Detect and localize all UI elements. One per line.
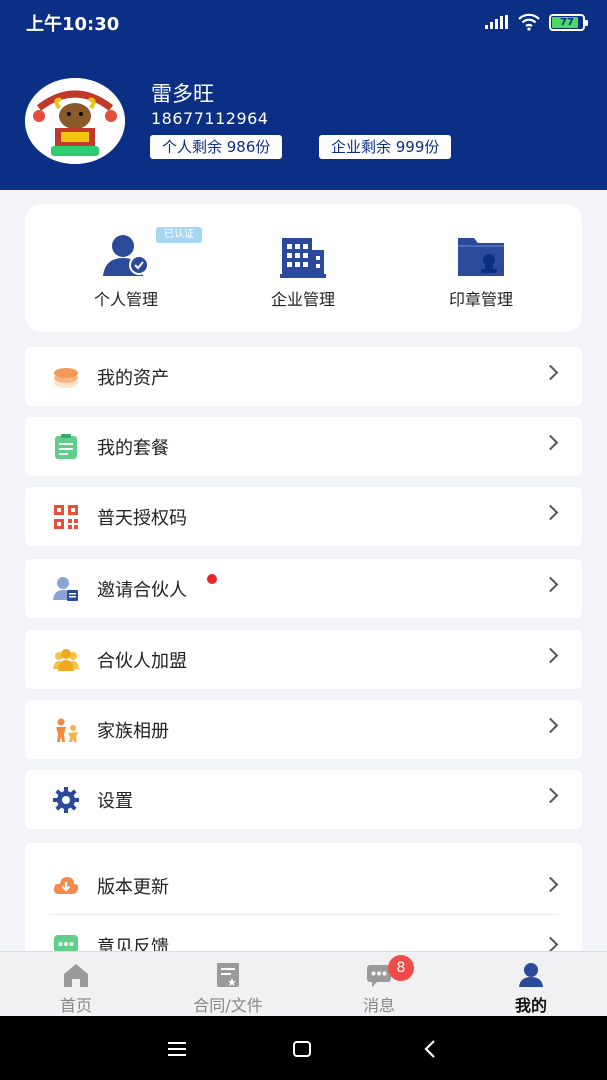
tab-mine[interactable]: 我的 xyxy=(476,952,586,1017)
user-phone: 18677112964 xyxy=(151,109,269,128)
coins-icon xyxy=(54,368,78,388)
user-name: 雷多旺 xyxy=(151,82,214,106)
menu-item-auth-code[interactable]: 普天授权码 xyxy=(25,487,582,546)
tab-home[interactable]: 首页 xyxy=(21,952,131,1017)
enterprise-quota-badge: 企业剩余 999份 xyxy=(319,135,452,159)
management-card: 个人管理 企业管理 印章管理 xyxy=(25,204,582,332)
partners-group-icon xyxy=(53,649,79,671)
menu-label: 家族相册 xyxy=(97,721,169,742)
menu-label: 设置 xyxy=(97,791,133,812)
seal-management-label: 印章管理 xyxy=(448,290,513,309)
building-icon xyxy=(280,238,326,278)
menu-label: 普天授权码 xyxy=(97,508,187,529)
menu-item-family-album[interactable]: 家族相册 xyxy=(25,700,582,759)
cloud-download-icon xyxy=(53,877,79,894)
system-navigation-bar xyxy=(0,1016,607,1080)
signal-icon xyxy=(485,15,508,29)
person-verified-icon xyxy=(103,235,149,276)
battery-icon: 77 xyxy=(549,13,588,31)
family-icon xyxy=(56,718,78,742)
wifi-icon xyxy=(518,13,540,31)
personal-management-button[interactable]: 个人管理 xyxy=(66,234,186,310)
clipboard-icon xyxy=(55,434,77,459)
menu-item-invite-partner[interactable]: 邀请合伙人 xyxy=(25,559,582,618)
menu-label: 版本更新 xyxy=(97,877,169,898)
chevron-right-icon xyxy=(542,717,559,734)
contract-icon xyxy=(217,963,239,987)
profile-header: 上午10:30 77 雷多旺 18677112964 个人剩余 986份 企业剩… xyxy=(0,0,607,190)
chevron-right-icon xyxy=(542,876,559,893)
battery-level: 77 xyxy=(560,16,574,28)
menu-item-settings[interactable]: 设置 xyxy=(25,770,582,829)
avatar-ox-image-icon xyxy=(25,78,125,164)
user-icon xyxy=(519,963,543,987)
status-bar: 上午10:30 77 xyxy=(0,0,607,44)
avatar[interactable] xyxy=(25,78,125,164)
bottom-tab-bar: 首页 合同/文件 8 消息 我的 xyxy=(0,951,607,1016)
seal-folder-icon xyxy=(458,238,504,276)
status-time: 上午10:30 xyxy=(26,14,120,35)
menu-icon[interactable] xyxy=(162,1034,192,1064)
personal-quota-badge: 个人剩余 986份 xyxy=(150,135,283,159)
menu-label: 邀请合伙人 xyxy=(97,580,187,601)
menu-item-partner-join[interactable]: 合伙人加盟 xyxy=(25,630,582,689)
menu-item-version-update[interactable]: 版本更新 xyxy=(25,851,582,921)
menu-label: 我的资产 xyxy=(97,368,169,389)
tab-label: 我的 xyxy=(514,996,547,1015)
gear-icon xyxy=(53,787,79,813)
enterprise-management-label: 企业管理 xyxy=(270,290,335,309)
chevron-right-icon xyxy=(542,647,559,664)
menu-label: 合伙人加盟 xyxy=(97,651,187,672)
chevron-right-icon xyxy=(542,364,559,381)
home-button-icon[interactable] xyxy=(287,1034,317,1064)
tab-label: 消息 xyxy=(362,996,395,1015)
personal-management-label: 个人管理 xyxy=(93,290,158,309)
chevron-right-icon xyxy=(542,936,559,953)
notification-dot xyxy=(207,574,217,584)
message-count-badge: 8 xyxy=(388,955,414,981)
invite-partner-icon xyxy=(53,577,78,601)
seal-management-button[interactable]: 印章管理 xyxy=(421,234,541,310)
home-icon xyxy=(64,964,88,987)
menu-item-my-assets[interactable]: 我的资产 xyxy=(25,347,582,406)
menu-item-my-package[interactable]: 我的套餐 xyxy=(25,417,582,476)
chevron-right-icon xyxy=(542,504,559,521)
tab-contracts[interactable]: 合同/文件 xyxy=(173,952,283,1017)
chevron-right-icon xyxy=(542,576,559,593)
tab-label: 首页 xyxy=(59,996,92,1015)
enterprise-management-button[interactable]: 企业管理 xyxy=(243,234,363,310)
menu-label: 我的套餐 xyxy=(97,438,169,459)
back-icon[interactable] xyxy=(415,1034,445,1064)
chevron-right-icon xyxy=(542,434,559,451)
verified-badge: 已认证 xyxy=(156,227,202,243)
status-icons: 77 xyxy=(485,11,588,33)
qr-code-icon xyxy=(54,505,78,529)
chevron-right-icon xyxy=(542,787,559,804)
tab-label: 合同/文件 xyxy=(193,996,263,1015)
tab-messages[interactable]: 8 消息 xyxy=(324,952,434,1017)
